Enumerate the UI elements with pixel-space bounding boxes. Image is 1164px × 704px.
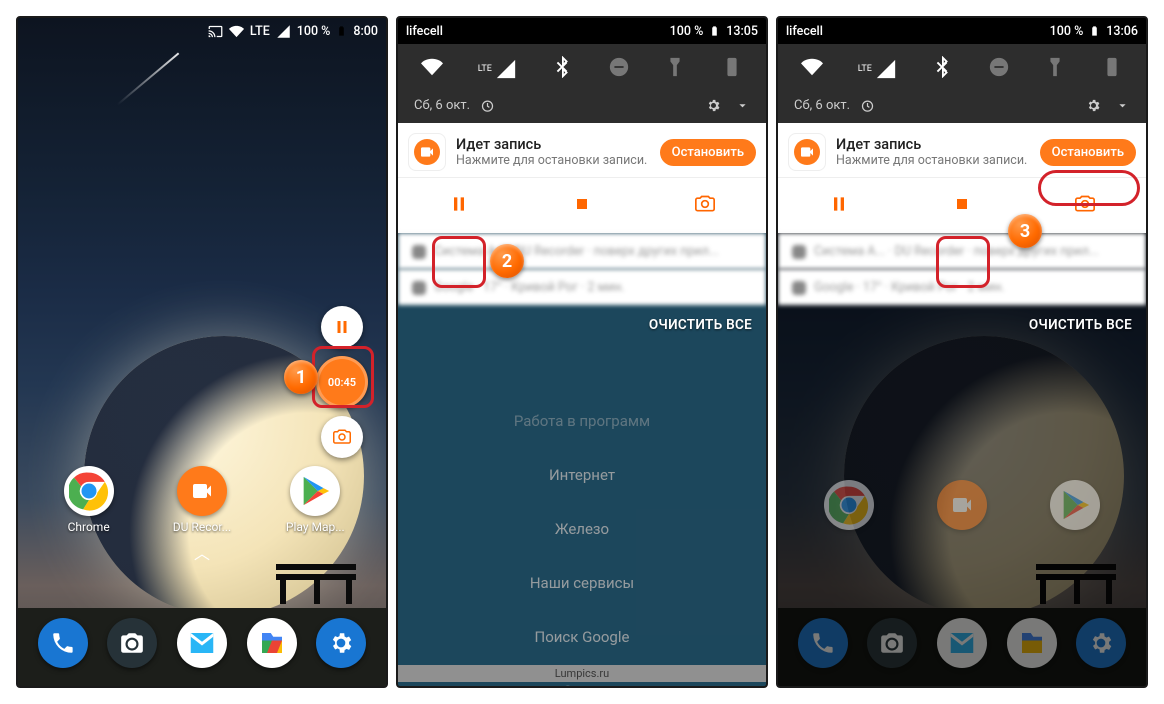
battery-text: 100 % bbox=[1050, 24, 1084, 39]
files-app-icon[interactable] bbox=[247, 618, 297, 668]
highlight-ring-2 bbox=[432, 236, 486, 288]
settings-icon[interactable] bbox=[1086, 98, 1101, 113]
signal-icon bbox=[276, 24, 291, 39]
stop-button[interactable]: Остановить bbox=[1040, 139, 1136, 166]
camera-tool-icon bbox=[333, 428, 351, 446]
carrier: lifecell bbox=[406, 24, 443, 39]
app-du-recorder[interactable]: DU Recor... bbox=[166, 466, 238, 534]
highlight-ring-stopbtn bbox=[1038, 170, 1140, 206]
app-play-store[interactable]: Play Мар... bbox=[279, 466, 351, 534]
clear-all-button[interactable]: ОЧИСТИТЬ ВСЕ bbox=[778, 305, 1146, 339]
callout-badge-2: 2 bbox=[490, 244, 524, 278]
status-bar: lifecell 100 % 13:06 bbox=[778, 18, 1146, 44]
status-bar: LTE 100 % 8:00 bbox=[18, 18, 386, 44]
qs-cellular[interactable]: LTE bbox=[858, 58, 897, 80]
stop-action[interactable] bbox=[572, 194, 592, 218]
recorder-app-icon bbox=[788, 133, 826, 171]
qs-cellular[interactable]: LTE bbox=[478, 58, 517, 80]
alarm-icon bbox=[480, 98, 495, 113]
qs-wifi[interactable] bbox=[801, 56, 823, 82]
play-store-icon bbox=[290, 466, 340, 516]
phone-screen-1: LTE 100 % 8:00 00:45 Chrome DU Recor.. bbox=[16, 16, 388, 688]
qs-rotation[interactable] bbox=[1101, 56, 1123, 82]
pause-float-button[interactable] bbox=[321, 306, 363, 348]
qs-rotation[interactable] bbox=[721, 56, 743, 82]
camera-app-icon[interactable] bbox=[107, 618, 157, 668]
quick-settings: LTE Сб, 6 окт. bbox=[778, 44, 1146, 123]
date-label: Сб, 6 окт. bbox=[794, 98, 850, 113]
tools-action[interactable] bbox=[695, 194, 715, 218]
callout-badge-1: 1 bbox=[284, 360, 318, 394]
chrome-icon bbox=[64, 466, 114, 516]
home-apps-row: Chrome DU Recor... Play Мар... bbox=[18, 466, 386, 534]
recorder-app-icon bbox=[408, 133, 446, 171]
phone-screen-3: lifecell 100 % 13:06 LTE Сб, 6 окт. bbox=[776, 16, 1148, 688]
qs-flashlight[interactable] bbox=[664, 56, 686, 82]
qs-bluetooth[interactable] bbox=[931, 56, 953, 82]
carrier: lifecell bbox=[786, 24, 823, 39]
app-drawer-arrow-icon[interactable]: ︿ bbox=[194, 540, 210, 564]
app-label: DU Recor... bbox=[173, 520, 231, 534]
clock: 13:06 bbox=[1106, 24, 1138, 39]
qs-flashlight[interactable] bbox=[1044, 56, 1066, 82]
pause-icon bbox=[333, 318, 351, 336]
notif-subtitle: Нажмите для остановки записи. bbox=[836, 153, 1027, 169]
highlight-ring-1 bbox=[312, 346, 374, 408]
inbox-app-icon[interactable] bbox=[177, 618, 227, 668]
app-label: Play Мар... bbox=[286, 520, 345, 534]
network-label: LTE bbox=[250, 24, 270, 39]
expand-icon[interactable] bbox=[1115, 98, 1130, 113]
callout-badge-3: 3 bbox=[1008, 214, 1042, 248]
settings-app-icon[interactable] bbox=[316, 618, 366, 668]
notif-title: Идет запись bbox=[836, 136, 1027, 153]
qs-wifi[interactable] bbox=[421, 56, 443, 82]
app-chrome[interactable]: Chrome bbox=[53, 466, 125, 534]
tools-float-button[interactable] bbox=[321, 416, 363, 458]
notif-subtitle: Нажмите для остановки записи. bbox=[456, 153, 647, 169]
clear-all-button[interactable]: ОЧИСТИТЬ ВСЕ bbox=[398, 305, 766, 339]
battery-icon bbox=[1089, 23, 1100, 39]
dock bbox=[18, 618, 386, 672]
qs-bluetooth[interactable] bbox=[551, 56, 573, 82]
bench bbox=[276, 564, 356, 604]
expand-icon[interactable] bbox=[735, 98, 750, 113]
phone-screen-2: Работа в программ Интернет Железо Наши с… bbox=[396, 16, 768, 688]
du-recorder-icon bbox=[177, 466, 227, 516]
qs-dnd[interactable] bbox=[988, 56, 1010, 82]
quick-settings: LTE Сб, 6 окт. bbox=[398, 44, 766, 123]
meteor bbox=[117, 53, 180, 106]
battery-text: 100 % bbox=[670, 24, 704, 39]
app-label: Chrome bbox=[68, 520, 110, 534]
recording-notification[interactable]: Идет запись Нажмите для остановки записи… bbox=[398, 123, 766, 233]
notification-shade: lifecell 100 % 13:05 LTE Сб, 6 окт. bbox=[398, 18, 766, 686]
clock: 13:05 bbox=[726, 24, 758, 39]
stop-action[interactable] bbox=[952, 194, 972, 218]
notification-shade: lifecell 100 % 13:06 LTE Сб, 6 окт. bbox=[778, 18, 1146, 686]
clock: 8:00 bbox=[353, 24, 378, 39]
battery-icon bbox=[336, 23, 347, 39]
phone-app-icon[interactable] bbox=[38, 618, 88, 668]
cast-icon bbox=[208, 24, 223, 39]
notif-title: Идет запись bbox=[456, 136, 647, 153]
status-bar: lifecell 100 % 13:05 bbox=[398, 18, 766, 44]
highlight-ring-stop bbox=[936, 236, 990, 288]
date-label: Сб, 6 окт. bbox=[414, 98, 470, 113]
pause-action[interactable] bbox=[829, 194, 849, 218]
battery-icon bbox=[709, 23, 720, 39]
settings-icon[interactable] bbox=[706, 98, 721, 113]
wifi-icon bbox=[229, 24, 244, 39]
stop-button[interactable]: Остановить bbox=[660, 139, 756, 166]
qs-dnd[interactable] bbox=[608, 56, 630, 82]
alarm-icon bbox=[860, 98, 875, 113]
battery-text: 100 % bbox=[297, 24, 331, 39]
pause-action[interactable] bbox=[449, 194, 469, 218]
